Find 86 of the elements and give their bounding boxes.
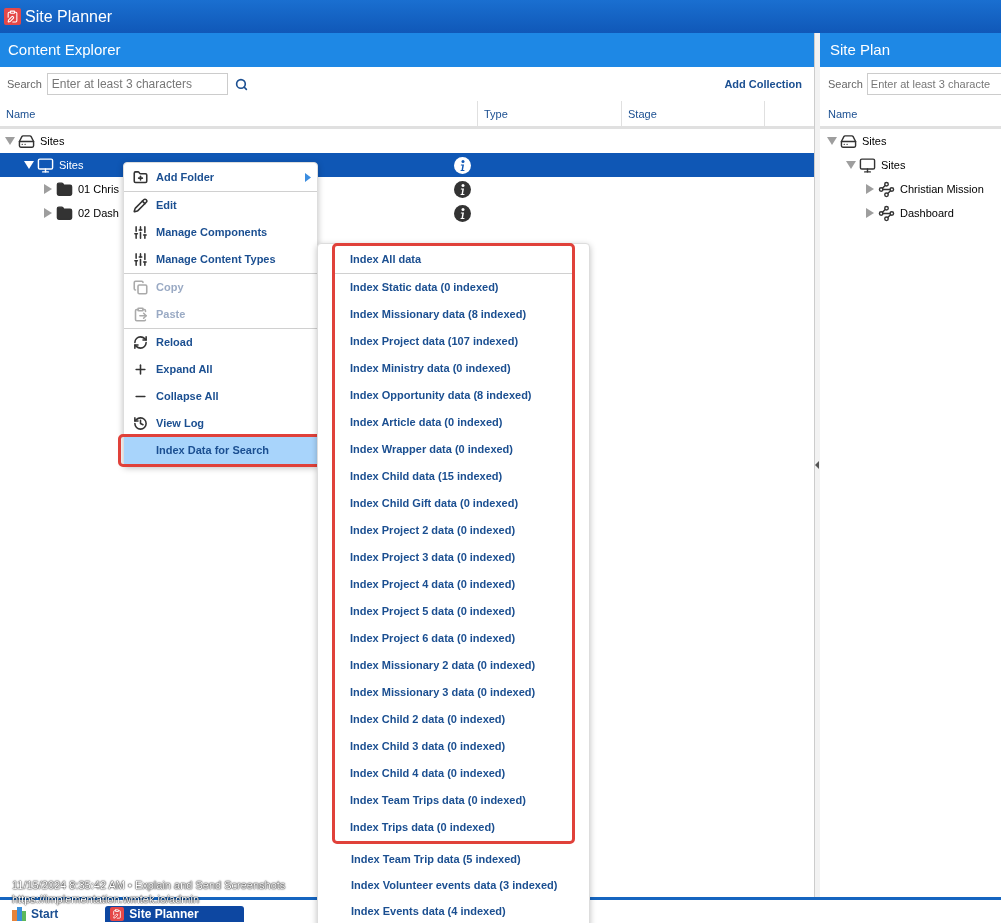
- reload-icon: [132, 335, 148, 350]
- folder-icon: [56, 204, 73, 222]
- submenu-item[interactable]: Index Child 4 data (0 indexed): [350, 765, 506, 782]
- drive-icon: [840, 132, 857, 150]
- submenu-item[interactable]: Index Project 5 data (0 indexed): [350, 603, 516, 620]
- menu-item[interactable]: Manage Content Types: [124, 246, 317, 273]
- collapsed-caret-icon[interactable]: [43, 184, 53, 194]
- submenu-item[interactable]: Index Project 6 data (0 indexed): [350, 630, 516, 647]
- collapse-handle-icon[interactable]: [815, 461, 819, 469]
- submenu-item[interactable]: Index Child Gift data (0 indexed): [350, 495, 519, 512]
- panel-title: Content Explorer: [8, 39, 121, 60]
- add-folder-icon: [132, 170, 148, 185]
- submenu-item[interactable]: Index Missionary data (8 indexed): [350, 306, 527, 323]
- tree-label[interactable]: 02 Dash: [78, 204, 119, 222]
- submenu-item[interactable]: Index Wrapper data (0 indexed): [350, 441, 513, 458]
- copy-icon: [132, 280, 148, 295]
- submenu-item[interactable]: Index Child 3 data (0 indexed): [350, 738, 506, 755]
- folder-icon: [56, 180, 73, 198]
- submenu-item[interactable]: Index Project 4 data (0 indexed): [350, 576, 516, 593]
- monitor-icon: [37, 156, 54, 174]
- submenu-item[interactable]: Index Team Trips data (0 indexed): [350, 792, 526, 809]
- screenshot-caption: https://implementation.wmtek.io/admin: [12, 892, 200, 906]
- menu-item[interactable]: Reload: [124, 329, 317, 356]
- search-field[interactable]: Enter at least 3 characters: [46, 73, 228, 95]
- submenu-item[interactable]: Index Missionary 2 data (0 indexed): [350, 657, 536, 674]
- start-button[interactable]: Start: [12, 906, 59, 922]
- submenu-item[interactable]: Index Project 2 data (0 indexed): [350, 522, 516, 539]
- menu-item[interactable]: View Log: [124, 410, 317, 437]
- search-field[interactable]: Enter at least 3 characte: [866, 73, 1001, 95]
- screenshot-caption: 11/15/2024 8:35:42 AM • Explain and Send Screenshots: [12, 878, 286, 892]
- monitor-icon: [859, 156, 876, 174]
- tree-label[interactable]: Sites: [40, 132, 65, 150]
- submenu-item[interactable]: Index Opportunity data (8 indexed): [350, 387, 532, 404]
- sliders-icon: [132, 252, 148, 267]
- taskbar-button[interactable]: Site Planner: [105, 906, 245, 922]
- info-icon[interactable]: [454, 204, 471, 222]
- search-label: Search: [7, 76, 42, 92]
- submenu-arrow-icon: [305, 173, 311, 182]
- submenu-item[interactable]: Index Volunteer events data (3 indexed): [351, 877, 558, 894]
- info-icon[interactable]: [454, 156, 471, 174]
- submenu-item[interactable]: Index Missionary 3 data (0 indexed): [350, 684, 536, 701]
- column-header[interactable]: Type: [478, 101, 622, 126]
- submenu-item[interactable]: Index Child data (15 indexed): [350, 468, 503, 485]
- column-header[interactable]: Stage: [622, 101, 765, 126]
- menu-item[interactable]: Edit: [124, 192, 317, 219]
- pencil-icon: [132, 198, 148, 213]
- menu-item[interactable]: Collapse All: [124, 383, 317, 410]
- app-logo-icon: [4, 8, 21, 25]
- tree-label[interactable]: 01 Chris: [78, 180, 119, 198]
- search-label: Search: [828, 76, 863, 92]
- menu-item[interactable]: Expand All: [124, 356, 317, 383]
- plus-icon: [132, 362, 148, 377]
- tree-label[interactable]: Dashboard: [900, 204, 954, 222]
- column-header[interactable]: Name: [0, 101, 478, 126]
- collapsed-caret-icon[interactable]: [865, 184, 875, 194]
- app-title: Site Planner: [25, 6, 113, 27]
- tree-label[interactable]: Christian Mission: [900, 180, 984, 198]
- info-icon[interactable]: [454, 180, 471, 198]
- submenu-item[interactable]: Index Ministry data (0 indexed): [350, 360, 511, 377]
- add-collection-link[interactable]: Add Collection: [724, 75, 802, 93]
- submenu-item[interactable]: Index Static data (0 indexed): [350, 279, 499, 296]
- submenu-item[interactable]: Index Team Trip data (5 indexed): [351, 851, 521, 868]
- panel-title: Site Plan: [830, 39, 891, 60]
- nodes-icon: [878, 180, 895, 198]
- sliders-icon: [132, 225, 148, 240]
- submenu-item[interactable]: Index Events data (4 indexed): [351, 903, 506, 920]
- submenu-item[interactable]: Index Child 2 data (0 indexed): [350, 711, 506, 728]
- collapsed-caret-icon[interactable]: [865, 208, 875, 218]
- paste-icon: [132, 307, 148, 322]
- search-icon[interactable]: [234, 77, 248, 91]
- expanded-caret-icon[interactable]: [24, 160, 34, 170]
- submenu-item[interactable]: Index Project data (107 indexed): [350, 333, 519, 350]
- tree-label[interactable]: Sites: [881, 156, 906, 174]
- submenu-item[interactable]: Index Trips data (0 indexed): [350, 819, 495, 836]
- menu-item[interactable]: Manage Components: [124, 219, 317, 246]
- column-header[interactable]: Name: [820, 101, 858, 126]
- drive-icon: [18, 132, 35, 150]
- submenu-item[interactable]: Index All data: [350, 251, 422, 268]
- submenu-item[interactable]: Index Article data (0 indexed): [350, 414, 503, 431]
- start-logo-icon: [12, 907, 26, 921]
- submenu-item[interactable]: Index Project 3 data (0 indexed): [350, 549, 516, 566]
- collapsed-caret-icon[interactable]: [43, 208, 53, 218]
- tree-label[interactable]: Sites: [59, 156, 84, 174]
- tree-label[interactable]: Sites: [862, 132, 887, 150]
- nodes-icon: [878, 204, 895, 222]
- history-icon: [132, 416, 148, 431]
